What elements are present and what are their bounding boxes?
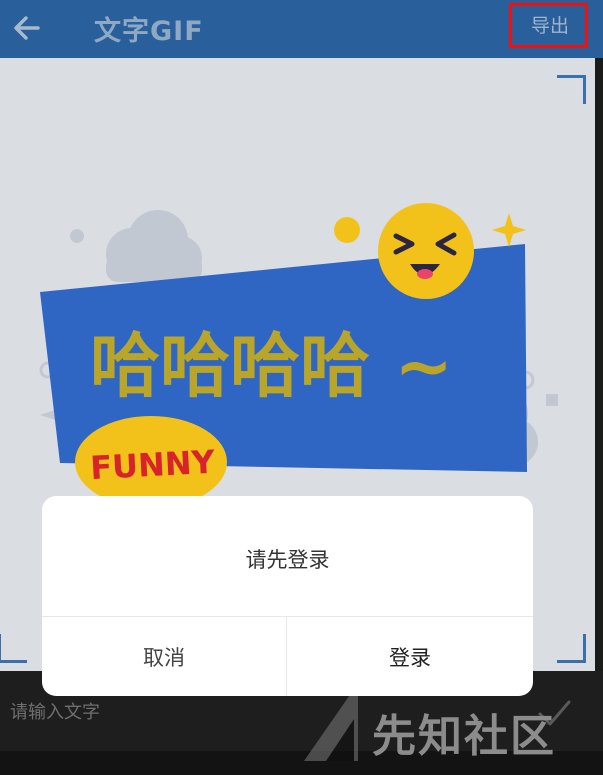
cloud-left-decoration — [106, 210, 202, 282]
side-rail — [595, 58, 603, 671]
login-button[interactable]: 登录 — [287, 617, 533, 696]
laughing-emoji-icon — [378, 203, 474, 299]
login-required-dialog: 请先登录 取消 登录 — [42, 496, 533, 696]
yellow-dot-decoration — [334, 217, 360, 243]
funny-badge-text: FUNNY — [89, 443, 216, 488]
app-header: 文字GIF 导出 — [0, 0, 603, 58]
dialog-message: 请先登录 — [245, 548, 330, 572]
square-decoration — [546, 394, 558, 406]
sparkle-yellow-icon — [492, 213, 526, 247]
crop-corner-bottom-right — [557, 634, 586, 663]
crop-corner-bottom-left — [0, 634, 27, 663]
watermark-text: 先知社区 — [372, 711, 556, 762]
page-title: 文字GIF — [94, 16, 204, 47]
crop-corner-top-right — [557, 75, 586, 104]
export-highlight-box — [509, 3, 588, 48]
arrow-left-icon[interactable] — [10, 11, 44, 45]
cancel-button[interactable]: 取消 — [42, 617, 286, 696]
banner-main-text: 哈哈哈哈 ~ — [90, 325, 453, 407]
dot-decoration — [70, 229, 84, 243]
